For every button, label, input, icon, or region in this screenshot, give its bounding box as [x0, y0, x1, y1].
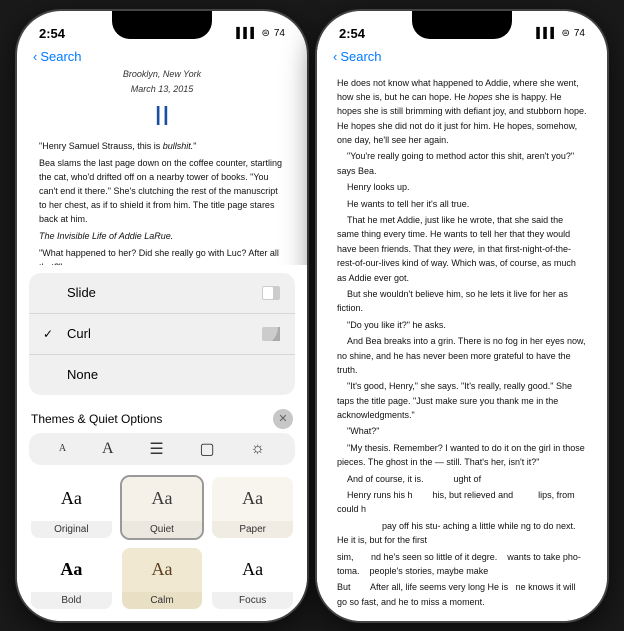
- right-phone: 2:54 ▌▌▌ ⊜ 74 ‹ Search He does not kno: [317, 11, 607, 621]
- book-header: Brooklyn, New York March 13, 2015 II: [39, 68, 285, 133]
- notch-right: [412, 11, 512, 39]
- signal-icon: ▌▌▌: [236, 28, 257, 39]
- wifi-icon-right: ⊜: [561, 28, 569, 39]
- theme-quiet-label: Quiet: [122, 521, 203, 538]
- slide-option-slide[interactable]: Slide: [29, 273, 295, 314]
- left-phone: 2:54 ▌▌▌ ⊜ 74 ‹ Search Broo: [17, 11, 307, 621]
- theme-paper-preview: Aa: [212, 477, 293, 521]
- nav-bar-left[interactable]: ‹ Search: [17, 47, 307, 68]
- time-left: 2:54: [39, 26, 65, 41]
- themes-close-button[interactable]: ✕: [273, 409, 293, 429]
- theme-original-preview: Aa: [31, 477, 112, 521]
- theme-focus-preview: Aa: [212, 548, 293, 592]
- theme-focus[interactable]: Aa Focus: [210, 546, 295, 611]
- bookmark-icon-button[interactable]: ▢: [199, 439, 214, 459]
- back-button-right[interactable]: ‹ Search: [333, 49, 382, 64]
- back-chevron-icon-right: ‹: [333, 49, 337, 64]
- signal-icon-right: ▌▌▌: [536, 28, 557, 39]
- battery-right: 74: [574, 28, 585, 39]
- theme-calm-label: Calm: [122, 592, 203, 609]
- themes-grid: Aa Original Aa Quiet Aa Paper Aa Bold: [17, 471, 307, 621]
- themes-icon-button[interactable]: ☰: [149, 439, 163, 459]
- battery-left: 74: [274, 28, 285, 39]
- slide-icon-none: [261, 365, 281, 385]
- font-small-button[interactable]: A: [59, 443, 66, 454]
- slide-label: Slide: [67, 285, 96, 300]
- theme-bold-label: Bold: [31, 592, 112, 609]
- theme-bold[interactable]: Aa Bold: [29, 546, 114, 611]
- wifi-icon: ⊜: [261, 28, 269, 39]
- status-icons-left: ▌▌▌ ⊜ 74: [236, 28, 285, 39]
- nav-bar-right[interactable]: ‹ Search: [317, 47, 607, 68]
- panel-overlay: Slide ✓ Curl: [17, 265, 307, 621]
- checkmark-curl: ✓: [43, 327, 59, 341]
- theme-calm[interactable]: Aa Calm: [120, 546, 205, 611]
- theme-paper[interactable]: Aa Paper: [210, 475, 295, 540]
- theme-paper-label: Paper: [212, 521, 293, 538]
- notch: [112, 11, 212, 39]
- theme-bold-preview: Aa: [31, 548, 112, 592]
- slide-option-none[interactable]: None: [29, 355, 295, 395]
- book-content-right: He does not know what happened to Addie,…: [317, 68, 607, 621]
- theme-quiet[interactable]: Aa Quiet: [120, 475, 205, 540]
- slide-menu: Slide ✓ Curl: [29, 273, 295, 395]
- curl-label: Curl: [67, 326, 91, 341]
- themes-header: Themes & Quiet Options ✕: [17, 403, 307, 433]
- slide-icon-slide: [261, 283, 281, 303]
- font-large-button[interactable]: A: [102, 440, 114, 458]
- slide-option-curl[interactable]: ✓ Curl: [29, 314, 295, 355]
- back-label-left: Search: [40, 49, 81, 64]
- time-right: 2:54: [339, 26, 365, 41]
- book-location: Brooklyn, New York: [39, 68, 285, 82]
- back-chevron-icon: ‹: [33, 49, 37, 64]
- theme-original-label: Original: [31, 521, 112, 538]
- reading-controls: A A ☰ ▢ ☼: [29, 433, 295, 465]
- theme-original[interactable]: Aa Original: [29, 475, 114, 540]
- theme-focus-label: Focus: [212, 592, 293, 609]
- theme-quiet-preview: Aa: [122, 477, 203, 521]
- phones-container: 2:54 ▌▌▌ ⊜ 74 ‹ Search Broo: [17, 11, 607, 621]
- back-label-right: Search: [340, 49, 381, 64]
- none-label: None: [67, 367, 98, 382]
- theme-calm-preview: Aa: [122, 548, 203, 592]
- themes-title: Themes & Quiet Options: [31, 412, 162, 426]
- brightness-icon-button[interactable]: ☼: [250, 440, 265, 458]
- status-icons-right: ▌▌▌ ⊜ 74: [536, 28, 585, 39]
- slide-icon-curl: [261, 324, 281, 344]
- book-date: March 13, 2015: [39, 83, 285, 97]
- back-button-left[interactable]: ‹ Search: [33, 49, 82, 64]
- chapter-number: II: [39, 101, 285, 132]
